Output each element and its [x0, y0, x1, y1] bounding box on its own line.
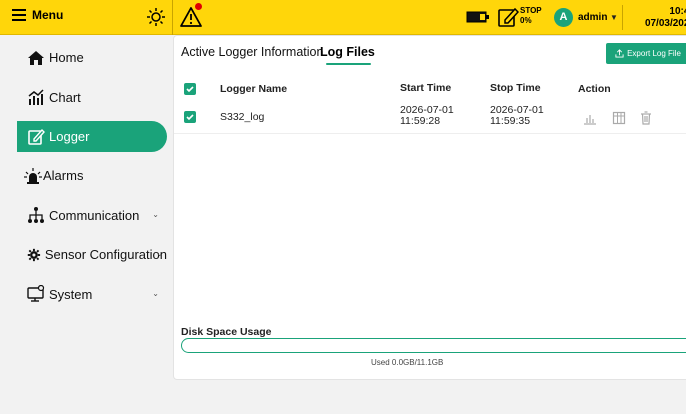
- sidebar-item-logger[interactable]: Logger: [17, 121, 167, 152]
- disk-usage-bar: [181, 338, 686, 353]
- edit-record-icon[interactable]: [497, 6, 519, 28]
- sidebar-item-alarms[interactable]: Alarms: [17, 156, 167, 196]
- menu-button[interactable]: Menu: [12, 8, 63, 22]
- trash-icon[interactable]: [639, 111, 653, 125]
- table-row: S332_log 2026-07-01 11:59:28 2026-07-01 …: [174, 100, 686, 134]
- column-header-start-time: Start Time: [400, 82, 452, 94]
- sidebar-item-label: Logger: [49, 129, 90, 144]
- upload-icon: [615, 49, 624, 58]
- column-header-action: Action: [578, 83, 611, 95]
- start-time-cell: 2026-07-01 11:59:28: [400, 105, 454, 127]
- view-chart-icon[interactable]: [583, 111, 597, 125]
- clock: 10:44 07/03/2026: [623, 0, 686, 35]
- caret-down-icon[interactable]: ▼: [610, 13, 618, 22]
- sidebar-item-sensor-configuration[interactable]: Sensor Configuration ⌄: [17, 235, 167, 275]
- clock-time: 10:44: [669, 6, 686, 17]
- sidebar-item-label: Chart: [49, 89, 81, 105]
- stop-percent: 0%: [520, 16, 532, 25]
- disk-usage-text: Used 0.0GB/11.1GB: [371, 358, 444, 367]
- alert-dot: [195, 3, 202, 10]
- sun-icon[interactable]: [146, 7, 166, 27]
- sidebar-item-label: System: [49, 286, 93, 302]
- active-tab-indicator: [326, 63, 371, 65]
- stop-time: 11:59:35: [490, 115, 531, 127]
- stop-time-cell: 2026-07-01 11:59:35: [490, 105, 544, 127]
- sidebar-item-communication[interactable]: Communication ⌄: [17, 196, 167, 236]
- sidebar-item-label: Communication: [49, 207, 140, 223]
- tab-log-files[interactable]: Log Files: [320, 45, 375, 59]
- column-header-logger-name: Logger Name: [220, 83, 288, 95]
- clock-date: 07/03/2026: [644, 18, 686, 29]
- gear-icon: [27, 248, 41, 261]
- battery-icon: [466, 11, 489, 23]
- alarm-siren-icon: [24, 167, 42, 184]
- chevron-down-icon: ⌄: [152, 288, 159, 298]
- row-checkbox[interactable]: [184, 111, 196, 123]
- header-divider: [172, 0, 173, 35]
- start-time: 11:59:28: [400, 115, 441, 127]
- export-log-file-button[interactable]: Export Log File: [606, 43, 686, 64]
- view-table-icon[interactable]: [612, 111, 626, 125]
- avatar[interactable]: A: [554, 8, 573, 27]
- chart-icon: [28, 89, 44, 106]
- chevron-down-icon: ⌄: [152, 209, 159, 219]
- logger-name-cell: S332_log: [220, 111, 265, 123]
- network-icon: [28, 207, 44, 224]
- sidebar-item-home[interactable]: Home: [17, 38, 167, 78]
- column-header-stop-time: Stop Time: [490, 82, 541, 94]
- select-all-checkbox[interactable]: [184, 83, 196, 95]
- chevron-down-icon: ⌄: [156, 249, 163, 258]
- sidebar: Home Chart Logger Alarms Communication ⌄…: [17, 35, 167, 314]
- log-files-panel: Active Logger Information Log Files Expo…: [173, 35, 686, 380]
- user-name[interactable]: admin: [578, 12, 607, 23]
- monitor-gear-icon: [27, 285, 45, 302]
- stop-label: STOP: [520, 6, 542, 15]
- tab-active-logger-information[interactable]: Active Logger Information: [181, 45, 323, 59]
- sidebar-item-label: Home: [49, 50, 84, 66]
- logger-icon: [28, 128, 45, 145]
- sidebar-item-chart[interactable]: Chart: [17, 78, 167, 118]
- sidebar-item-label: Alarms: [43, 168, 84, 184]
- disk-space-title: Disk Space Usage: [181, 326, 272, 338]
- hamburger-icon: [12, 9, 26, 21]
- menu-label: Menu: [32, 8, 64, 22]
- sidebar-item-label: Sensor Configuration: [44, 247, 167, 263]
- export-label: Export Log File: [627, 49, 681, 58]
- home-icon: [28, 50, 44, 65]
- logging-status: STOP 0%: [520, 6, 542, 26]
- sidebar-item-system[interactable]: System ⌄: [17, 275, 167, 315]
- top-bar: Menu STOP 0% A admin ▼ 10:44 07/03/2026: [0, 0, 686, 35]
- table-header: Logger Name Start Time Stop Time Action: [174, 78, 686, 100]
